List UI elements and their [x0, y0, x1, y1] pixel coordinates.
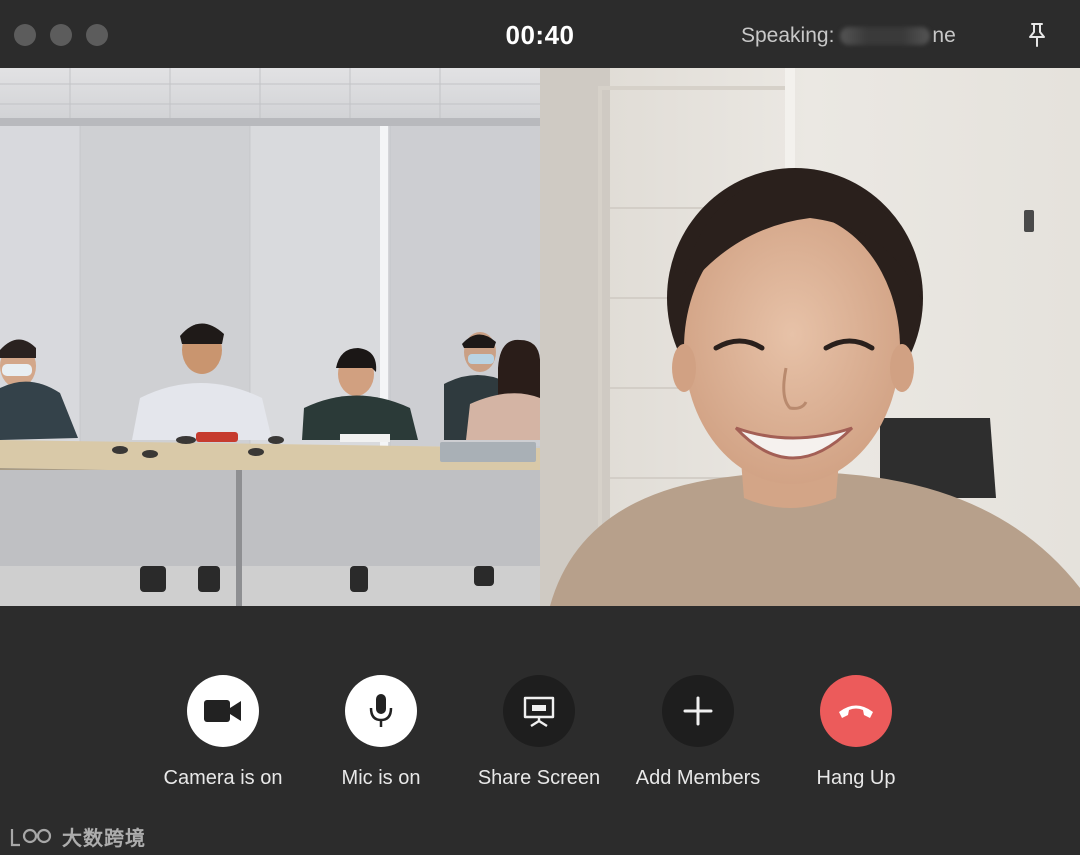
title-bar: 00:40 Speaking: ne [0, 0, 1080, 68]
add-members-button[interactable]: Add Members [618, 675, 778, 790]
speaking-name-end: ne [932, 24, 956, 47]
share-screen-label: Share Screen [477, 767, 601, 789]
conference-room-scene [0, 68, 540, 606]
participant-scene [540, 68, 1080, 606]
watermark-text: 大数跨境 [62, 828, 146, 850]
microphone-icon [345, 675, 417, 747]
mic-toggle-label: Mic is on [341, 767, 421, 789]
video-camera-icon [187, 675, 259, 747]
share-screen-button[interactable]: Share Screen [459, 675, 619, 790]
pin-icon[interactable] [1022, 20, 1052, 50]
camera-toggle-button[interactable]: Camera is on [143, 675, 303, 790]
watermark: 大数跨境 [10, 822, 146, 851]
add-members-label: Add Members [635, 767, 761, 789]
mic-toggle-button[interactable]: Mic is on [301, 675, 461, 790]
hang-up-label: Hang Up [816, 767, 896, 789]
video-feed-participant [540, 68, 1080, 606]
camera-toggle-label: Camera is on [163, 767, 283, 789]
minimize-window-button[interactable] [50, 24, 72, 46]
call-timer: 00:40 [505, 20, 575, 50]
speaking-prefix: Speaking: [741, 24, 835, 47]
hang-up-button[interactable]: Hang Up [776, 675, 936, 790]
close-window-button[interactable] [14, 24, 36, 46]
speaking-indicator: Speaking: ne [741, 24, 956, 48]
speaking-name-redacted [840, 27, 931, 45]
video-feed-conference-room [0, 68, 540, 606]
share-screen-icon [503, 675, 575, 747]
plus-icon [662, 675, 734, 747]
zoom-window-button[interactable] [86, 24, 108, 46]
watermark-logo-icon [10, 828, 52, 846]
phone-hangup-icon [820, 675, 892, 747]
